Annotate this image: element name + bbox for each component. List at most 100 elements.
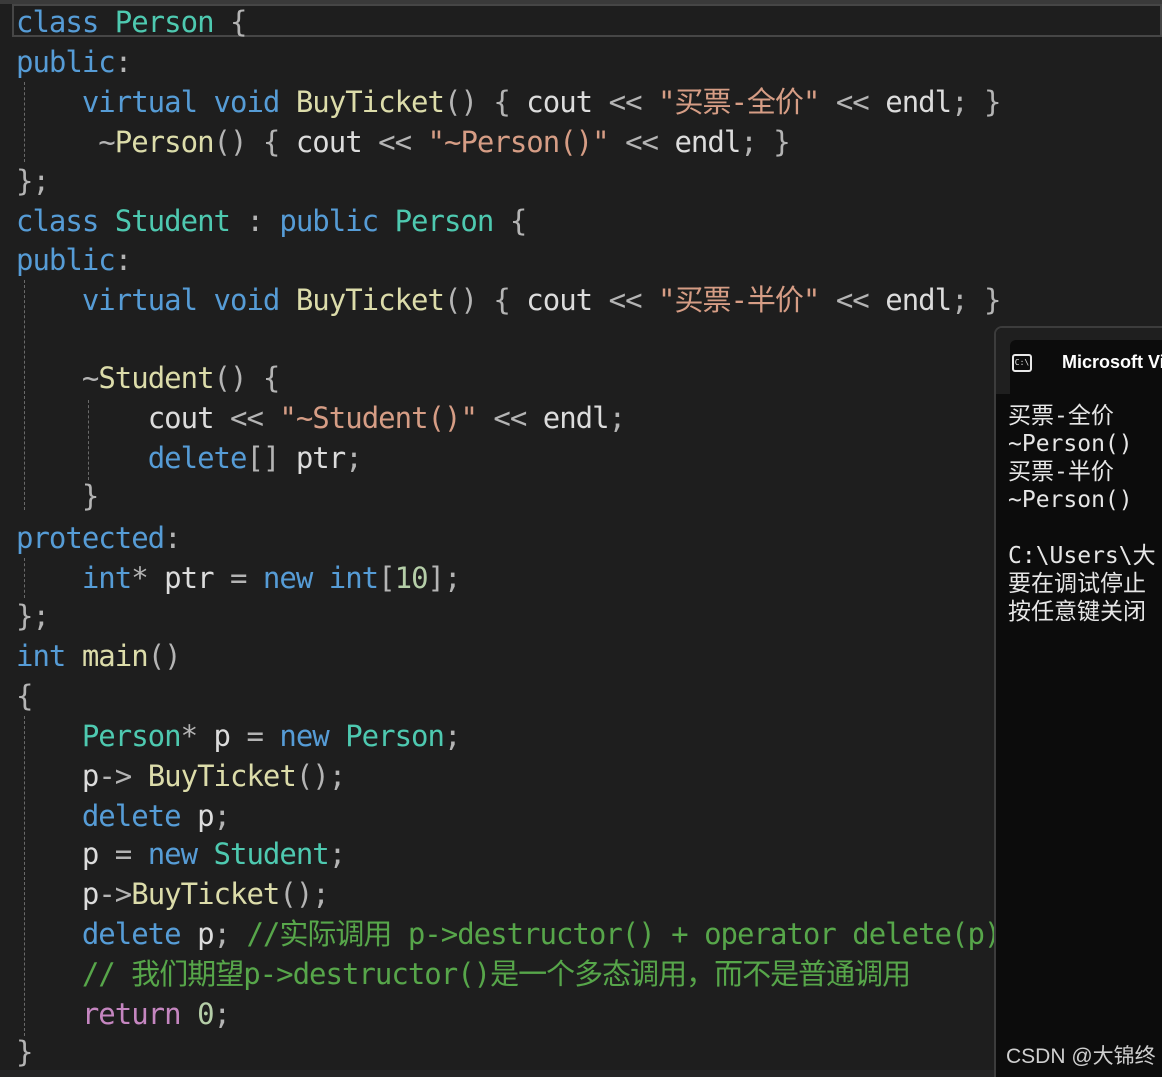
code-token: : — [114, 243, 132, 277]
code-token: () { — [213, 125, 296, 159]
code-line[interactable]: int main() — [16, 636, 182, 676]
code-token: * — [131, 561, 165, 595]
code-token: delete — [147, 441, 248, 475]
csdn-watermark: CSDN @大锦终 — [1006, 1045, 1156, 1068]
code-token: "买票-半价" — [658, 283, 820, 317]
code-line[interactable]: { — [16, 676, 33, 716]
code-token: [ — [378, 561, 395, 595]
code-token: << — [230, 401, 280, 435]
code-line[interactable]: ~Person() { cout << "~Person()" << endl;… — [16, 122, 790, 162]
code-line[interactable]: Person* p = new Person; — [16, 716, 462, 756]
console-title: Microsoft Vi — [1062, 352, 1162, 372]
code-token: p — [197, 799, 214, 833]
console-output-line: ~Person() — [1008, 431, 1133, 457]
code-line[interactable]: p->BuyTicket(); — [16, 874, 330, 914]
code-editor[interactable]: class Person {public: virtual void BuyTi… — [0, 0, 1162, 1077]
code-line[interactable]: virtual void BuyTicket() { cout << "买票-半… — [16, 280, 1002, 320]
code-token: endl — [542, 401, 610, 435]
code-token: int — [16, 639, 82, 673]
code-line[interactable]: delete p; — [16, 796, 231, 836]
code-line[interactable]: }; — [16, 596, 50, 636]
console-titlebar[interactable]: C:\ Microsoft Vi — [996, 328, 1162, 394]
code-line[interactable]: return 0; — [16, 994, 231, 1034]
code-token: class — [16, 5, 115, 39]
code-token: << — [608, 125, 675, 159]
code-line[interactable]: public: — [16, 42, 132, 82]
code-line[interactable]: ~Student() { — [16, 358, 281, 398]
code-token: (); — [295, 759, 346, 793]
code-line[interactable]: } — [16, 1032, 33, 1072]
code-token: << — [378, 125, 428, 159]
code-token: ~ — [16, 125, 115, 159]
code-token: { — [213, 5, 247, 39]
code-token: 0 — [197, 997, 214, 1031]
code-line[interactable]: protected: — [16, 518, 182, 558]
code-token: { — [493, 204, 527, 238]
code-token: ; } — [740, 125, 790, 159]
code-token: BuyTicket — [147, 759, 297, 793]
code-token: virtual — [81, 283, 214, 317]
code-line[interactable]: delete[] ptr; — [16, 438, 363, 478]
code-token: new — [262, 561, 329, 595]
code-line[interactable]: // 我们期望p->destructor()是一个多态调用，而不是普通调用 — [16, 954, 911, 994]
code-token: Person — [345, 719, 445, 753]
code-token: ; — [328, 837, 346, 871]
code-token: () { — [213, 361, 281, 395]
code-token: delete — [81, 917, 198, 951]
code-token: public — [16, 243, 116, 277]
code-token: delete — [81, 799, 198, 833]
console-window[interactable]: C:\ Microsoft Vi 买票-全价 ~Person() 买票-半价 ~Per… — [994, 326, 1162, 1077]
code-token: ; — [608, 401, 626, 435]
code-token: ~ — [16, 361, 99, 395]
console-output-line: 要在调试停止 — [1008, 571, 1146, 597]
code-line[interactable]: int* ptr = new int[10]; — [16, 558, 462, 598]
code-token: virtual — [81, 85, 214, 119]
code-token: Person — [81, 719, 182, 753]
code-token: ; — [443, 719, 461, 753]
code-token: endl — [885, 283, 952, 317]
code-line[interactable]: delete p; //实际调用 p->destructor() + opera… — [16, 914, 1002, 954]
code-token: ; — [213, 917, 247, 951]
code-line[interactable]: p-> BuyTicket(); — [16, 756, 346, 796]
code-token: } — [16, 1035, 33, 1069]
console-output-line: 买票-全价 — [1008, 403, 1114, 429]
code-token: Person — [114, 5, 215, 39]
code-token: : — [229, 204, 280, 238]
code-line[interactable]: p = new Student; — [16, 834, 346, 874]
code-token: () { — [443, 283, 527, 317]
code-line[interactable]: class Student : public Person { — [16, 201, 527, 241]
code-token: new — [147, 837, 214, 871]
code-line[interactable]: public: — [16, 240, 132, 280]
code-token: Person — [114, 125, 215, 159]
code-line[interactable]: } — [16, 476, 99, 516]
code-token: void — [213, 85, 296, 119]
code-token: int — [81, 561, 132, 595]
code-line[interactable]: }; — [16, 161, 50, 201]
code-token: << — [819, 283, 886, 317]
code-token: << — [476, 401, 543, 435]
code-token: BuyTicket — [131, 877, 280, 911]
code-token: BuyTicket — [295, 283, 445, 317]
code-token: = — [246, 719, 280, 753]
code-token: ; — [213, 799, 231, 833]
code-token: }; — [16, 599, 50, 633]
code-token: -> — [98, 877, 132, 911]
code-token: (); — [279, 877, 329, 911]
code-token: p — [213, 719, 247, 753]
console-output-line: 买票-半价 — [1008, 459, 1114, 485]
terminal-icon: C:\ — [1012, 354, 1032, 372]
code-token: cout — [526, 283, 609, 317]
code-token: () — [147, 639, 182, 673]
code-line[interactable]: virtual void BuyTicket() { cout << "买票-全… — [16, 82, 1002, 122]
code-line[interactable]: cout << "~Student()" << endl; — [16, 398, 626, 438]
code-token: "~Student()" — [279, 401, 478, 435]
code-line[interactable]: class Person { — [16, 2, 247, 42]
code-token: ; — [345, 441, 362, 475]
